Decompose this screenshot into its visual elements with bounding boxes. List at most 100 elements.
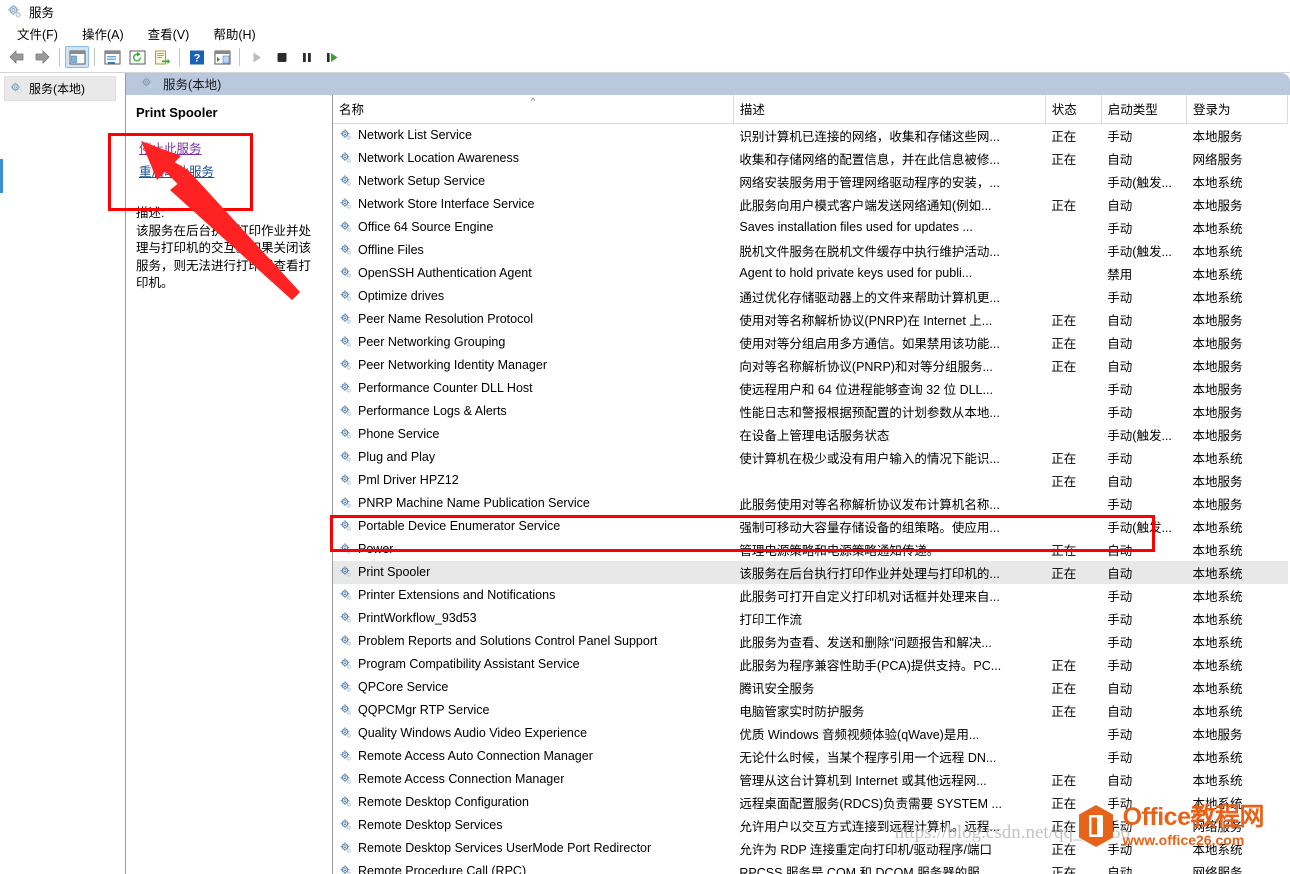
- cell-name: Network List Service: [333, 123, 733, 147]
- cell-status: [1045, 285, 1101, 308]
- service-name-label: Network List Service: [358, 128, 472, 142]
- refresh-button[interactable]: [125, 46, 149, 68]
- menu-view[interactable]: 查看(V): [136, 22, 202, 45]
- cell-log-on-as: 本地服务: [1187, 193, 1288, 216]
- toolbar-separator-3: [179, 48, 180, 66]
- properties-button[interactable]: [100, 46, 124, 68]
- cell-name: Peer Name Resolution Protocol: [333, 308, 733, 331]
- pause-service-button[interactable]: [295, 46, 319, 68]
- show-hide-tree-button[interactable]: [65, 46, 89, 68]
- menu-file[interactable]: 文件(F): [5, 22, 70, 45]
- service-gear-icon: [339, 864, 353, 874]
- cell-startup-type: 自动: [1101, 699, 1186, 722]
- table-row[interactable]: Network Store Interface Service此服务向用户模式客…: [333, 193, 1288, 216]
- service-name-label: Power: [358, 542, 393, 556]
- properties-icon: [104, 50, 121, 65]
- table-row[interactable]: Plug and Play使计算机在极少或没有用户输入的情况下能识...正在手动…: [333, 446, 1288, 469]
- cell-name: Remote Desktop Configuration: [333, 791, 733, 814]
- forward-button[interactable]: [30, 46, 54, 68]
- stop-service-button[interactable]: [270, 46, 294, 68]
- table-row[interactable]: Offline Files脱机文件服务在脱机文件缓存中执行维护活动...手动(触…: [333, 239, 1288, 262]
- table-row[interactable]: Problem Reports and Solutions Control Pa…: [333, 630, 1288, 653]
- pause-service-icon: [299, 50, 315, 65]
- restart-service-link[interactable]: 重启动此服务: [139, 161, 322, 180]
- cell-log-on-as: 本地服务: [1187, 423, 1288, 446]
- cell-name: Performance Logs & Alerts: [333, 400, 733, 423]
- cell-status: [1045, 423, 1101, 446]
- service-gear-icon: [339, 726, 353, 740]
- help-button[interactable]: ?: [185, 46, 209, 68]
- table-row[interactable]: Peer Networking Grouping使用对等分组启用多方通信。如果禁…: [333, 331, 1288, 354]
- table-row[interactable]: Network Setup Service网络安装服务用于管理网络驱动程序的安装…: [333, 170, 1288, 193]
- column-header-status-label: 状态: [1052, 103, 1077, 117]
- cell-status: [1045, 745, 1101, 768]
- table-row[interactable]: Remote Access Connection Manager管理从这台计算机…: [333, 768, 1288, 791]
- table-row[interactable]: Print Spooler该服务在后台执行打印作业并处理与打印机的...正在自动…: [333, 561, 1288, 584]
- service-details-pane: Print Spooler 停止此服务 重启动此服务 描述: 该服务在后台执行打…: [126, 95, 333, 874]
- service-gear-icon: [339, 450, 353, 464]
- column-header-description[interactable]: 描述: [733, 95, 1045, 124]
- table-row[interactable]: Printer Extensions and Notifications此服务可…: [333, 584, 1288, 607]
- service-name-label: Plug and Play: [358, 450, 435, 464]
- column-header-startup-type[interactable]: 启动类型: [1101, 95, 1186, 124]
- export-list-button[interactable]: [150, 46, 174, 68]
- cell-log-on-as: 网络服务: [1187, 147, 1288, 170]
- service-name-label: OpenSSH Authentication Agent: [358, 266, 532, 280]
- cell-log-on-as: 本地系统: [1187, 561, 1288, 584]
- table-row[interactable]: Network List Service 识别计算机已连接的网络，收集和存储这些网…: [333, 123, 1288, 147]
- table-row[interactable]: Portable Device Enumerator Service强制可移动大…: [333, 515, 1288, 538]
- cell-startup-type: 自动: [1101, 676, 1186, 699]
- show-action-pane-button[interactable]: [210, 46, 234, 68]
- table-row[interactable]: Remote Procedure Call (RPC)RPCSS 服务是 COM…: [333, 860, 1288, 874]
- table-row[interactable]: OpenSSH Authentication AgentAgent to hol…: [333, 262, 1288, 285]
- start-service-button[interactable]: [245, 46, 269, 68]
- restart-service-button[interactable]: [320, 46, 344, 68]
- service-gear-icon: [339, 220, 353, 234]
- services-gear-icon: [6, 3, 23, 20]
- table-row[interactable]: Performance Counter DLL Host使远程用户和 64 位进…: [333, 377, 1288, 400]
- cell-name: Network Setup Service: [333, 170, 733, 193]
- table-row[interactable]: PNRP Machine Name Publication Service此服务…: [333, 492, 1288, 515]
- service-gear-icon: [339, 128, 353, 142]
- cell-startup-type: 自动: [1101, 147, 1186, 170]
- services-window: 服务 文件(F) 操作(A) 查看(V) 帮助(H): [0, 0, 1290, 874]
- main-content: 服务(本地) 服务(本地): [0, 73, 1290, 874]
- column-header-status[interactable]: 状态: [1045, 95, 1101, 124]
- cell-log-on-as: 本地系统: [1187, 653, 1288, 676]
- table-row[interactable]: Program Compatibility Assistant Service此…: [333, 653, 1288, 676]
- table-row[interactable]: QQPCMgr RTP Service电脑管家实时防护服务正在自动本地系统: [333, 699, 1288, 722]
- table-row[interactable]: Office 64 Source EngineSaves installatio…: [333, 216, 1288, 239]
- cell-log-on-as: 本地服务: [1187, 331, 1288, 354]
- tree-item-services-local[interactable]: 服务(本地): [4, 76, 116, 101]
- cell-log-on-as: 本地系统: [1187, 170, 1288, 193]
- table-row[interactable]: Peer Name Resolution Protocol使用对等名称解析协议(…: [333, 308, 1288, 331]
- service-gear-icon: [339, 473, 353, 487]
- back-button[interactable]: [5, 46, 29, 68]
- cell-name: Plug and Play: [333, 446, 733, 469]
- column-header-log-on-as[interactable]: 登录为: [1187, 95, 1288, 124]
- cell-log-on-as: 本地系统: [1187, 699, 1288, 722]
- table-row[interactable]: Remote Access Auto Connection Manager无论什…: [333, 745, 1288, 768]
- pane-header: 服务(本地): [126, 73, 1290, 95]
- menu-action[interactable]: 操作(A): [70, 22, 136, 45]
- column-header-name[interactable]: ^ 名称: [333, 95, 733, 124]
- table-row[interactable]: Network Location Awareness收集和存储网络的配置信息，并…: [333, 147, 1288, 170]
- table-row[interactable]: Peer Networking Identity Manager向对等名称解析协…: [333, 354, 1288, 377]
- cell-status: 正在: [1045, 561, 1101, 584]
- table-row[interactable]: Optimize drives通过优化存储驱动器上的文件来帮助计算机更...手动…: [333, 285, 1288, 308]
- table-row[interactable]: Quality Windows Audio Video Experience优质…: [333, 722, 1288, 745]
- table-row[interactable]: Power管理电源策略和电源策略通知传递。正在自动本地系统: [333, 538, 1288, 561]
- table-row[interactable]: QPCore Service腾讯安全服务正在自动本地系统: [333, 676, 1288, 699]
- table-row[interactable]: Pml Driver HPZ12正在自动本地服务: [333, 469, 1288, 492]
- cell-log-on-as: 本地系统: [1187, 538, 1288, 561]
- cell-description: 识别计算机已连接的网络，收集和存储这些网...: [733, 123, 1045, 147]
- table-row[interactable]: Performance Logs & Alerts性能日志和警报根据预配置的计划…: [333, 400, 1288, 423]
- menu-help[interactable]: 帮助(H): [201, 22, 267, 45]
- cell-status: [1045, 630, 1101, 653]
- table-row[interactable]: PrintWorkflow_93d53打印工作流手动本地系统: [333, 607, 1288, 630]
- table-row[interactable]: Phone Service在设备上管理电话服务状态手动(触发...本地服务: [333, 423, 1288, 446]
- cell-startup-type: 禁用: [1101, 262, 1186, 285]
- stop-service-link[interactable]: 停止此服务: [139, 138, 322, 157]
- service-name-label: Performance Logs & Alerts: [358, 404, 507, 418]
- service-gear-icon: [339, 588, 353, 602]
